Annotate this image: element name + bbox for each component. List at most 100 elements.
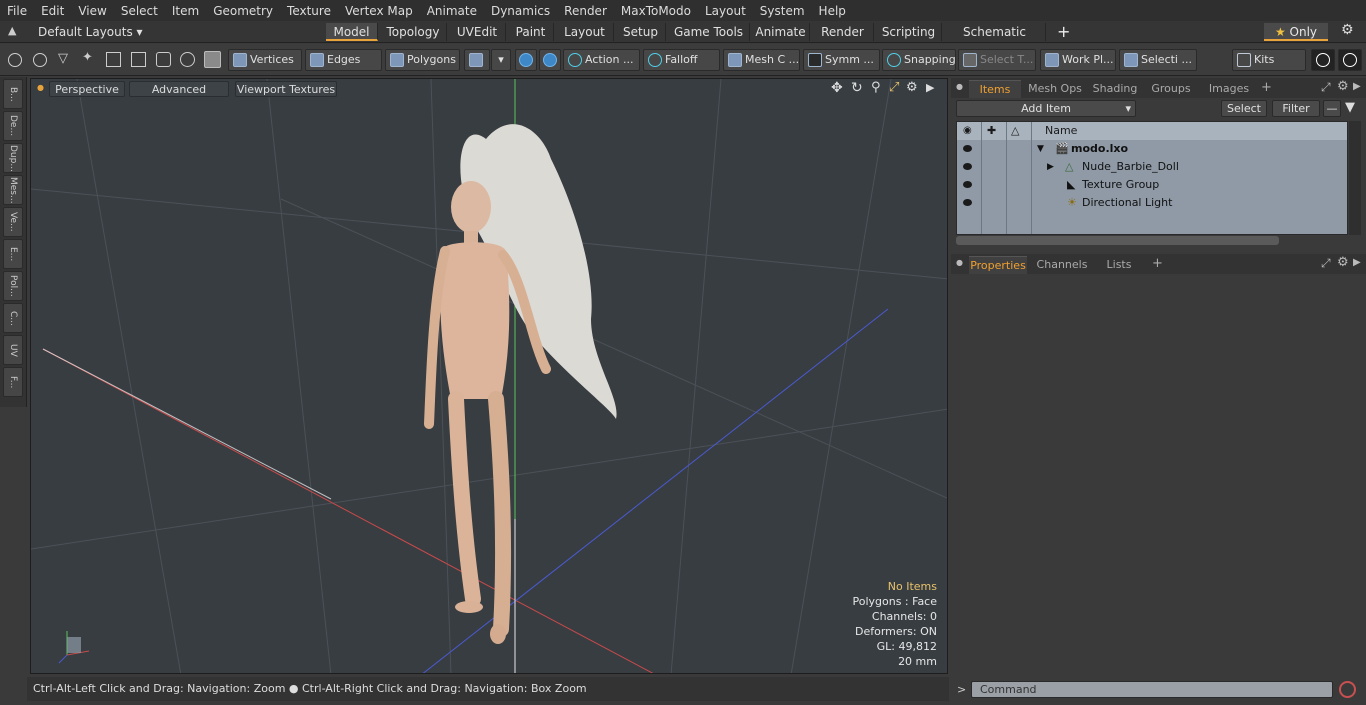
command-input[interactable]: Command	[971, 681, 1333, 698]
menu-edit[interactable]: Edit	[34, 4, 71, 18]
snap-toggle-2[interactable]	[539, 49, 561, 71]
brush-icon[interactable]: ✦	[82, 50, 93, 65]
tab-scripting[interactable]: Scripting	[876, 23, 942, 41]
work-plane-button[interactable]: Work Pl...	[1040, 49, 1116, 71]
add-item-dropdown[interactable]: Add Item ▾	[956, 100, 1136, 117]
props-gear-icon[interactable]: ⚙	[1337, 255, 1349, 270]
add-tab-button[interactable]: +	[1057, 22, 1070, 41]
sidetab-basic[interactable]: B...	[3, 79, 23, 109]
scale-icon[interactable]	[156, 52, 171, 67]
globe-icon[interactable]	[33, 53, 47, 67]
record-icon[interactable]	[1339, 681, 1356, 698]
edges-button[interactable]: Edges	[305, 49, 382, 71]
menu-system[interactable]: System	[753, 4, 812, 18]
select-through-button[interactable]: Select T...	[958, 49, 1036, 71]
selection-sets-button[interactable]: Selecti ...	[1119, 49, 1197, 71]
sidetab-polygon[interactable]: Pol...	[3, 271, 23, 301]
funnel-icon[interactable]: ▼	[1345, 100, 1355, 115]
props-expand-icon[interactable]: ⤢	[1321, 256, 1331, 271]
snapping-button[interactable]: Snapping	[882, 49, 956, 71]
item-mode-icon[interactable]	[204, 51, 221, 68]
menu-maxtomodo[interactable]: MaxToModo	[614, 4, 698, 18]
menu-vertex-map[interactable]: Vertex Map	[338, 4, 420, 18]
transform-icon[interactable]	[106, 52, 121, 67]
tab-channels[interactable]: Channels	[1033, 256, 1091, 274]
kits-button[interactable]: Kits	[1232, 49, 1306, 71]
tab-paint[interactable]: Paint	[508, 23, 554, 41]
sidetab-edge[interactable]: E...	[3, 239, 23, 269]
sidetab-fusion[interactable]: F...	[3, 367, 23, 397]
collapse-button[interactable]: —	[1323, 100, 1341, 117]
tab-animate[interactable]: Animate	[752, 23, 810, 41]
menu-geometry[interactable]: Geometry	[206, 4, 280, 18]
lasso-icon[interactable]: ▽	[58, 51, 68, 66]
list-item[interactable]: ◣ Texture Group	[957, 176, 1347, 194]
tab-mesh-ops[interactable]: Mesh Ops	[1025, 80, 1085, 98]
menu-render[interactable]: Render	[557, 4, 614, 18]
perspective-button[interactable]: Perspective	[49, 81, 125, 97]
tab-items[interactable]: Items	[969, 80, 1021, 98]
menu-layout[interactable]: Layout	[698, 4, 753, 18]
polygons-button[interactable]: Polygons	[385, 49, 460, 71]
menu-file[interactable]: File	[0, 4, 34, 18]
sidetab-vertex[interactable]: Ve...	[3, 207, 23, 237]
expand-arrow-icon[interactable]: ▼	[1037, 140, 1044, 158]
items-panel-dot-icon[interactable]: ●	[956, 82, 963, 91]
layout-arrow-icon[interactable]: ▲	[8, 24, 16, 37]
zoom-icon[interactable]: ⚲	[871, 80, 881, 95]
sidetab-mesh[interactable]: Mes...	[3, 175, 23, 205]
sidetab-duplicate[interactable]: Dup...	[3, 143, 23, 173]
mesh-constraint-button[interactable]: Mesh C ...	[723, 49, 800, 71]
menu-animate[interactable]: Animate	[420, 4, 484, 18]
layout-preset-dropdown[interactable]: Default Layouts ▾	[38, 25, 143, 39]
doll-model[interactable]	[424, 124, 617, 644]
move-icon[interactable]	[131, 52, 146, 67]
menu-view[interactable]: View	[71, 4, 113, 18]
tab-schematic-fusion[interactable]: Schematic Fusion	[944, 23, 1046, 57]
tab-layout[interactable]: Layout	[556, 23, 614, 41]
viewport-menu-arrow-icon[interactable]: ▶	[926, 81, 934, 94]
tab-setup[interactable]: Setup	[616, 23, 666, 41]
menu-item[interactable]: Item	[165, 4, 206, 18]
3d-viewport[interactable]: ● Perspective Advanced Viewport Textures…	[30, 78, 948, 674]
filter-button[interactable]: Filter	[1272, 100, 1320, 117]
vertices-button[interactable]: Vertices	[228, 49, 302, 71]
props-panel-dot-icon[interactable]: ●	[956, 258, 963, 267]
list-item[interactable]: ☀ Directional Light	[957, 194, 1347, 212]
tab-render[interactable]: Render	[812, 23, 874, 41]
snap-toggle-1[interactable]	[515, 49, 537, 71]
viewport-textures-button[interactable]: Viewport Textures	[235, 81, 337, 97]
advanced-button[interactable]: Advanced	[129, 81, 229, 97]
list-item[interactable]: ▼ 🎬 modo.lxo	[957, 140, 1347, 158]
expand-arrow-icon[interactable]: ▶	[1047, 158, 1054, 176]
visibility-eye-icon[interactable]	[963, 163, 972, 170]
symmetry-button[interactable]: Symm ...	[803, 49, 880, 71]
gear-icon[interactable]: ⚙	[1341, 22, 1354, 38]
visibility-eye-icon[interactable]	[963, 181, 972, 188]
unreal-button[interactable]	[1338, 49, 1362, 71]
menu-help[interactable]: Help	[812, 4, 853, 18]
props-menu-arrow-icon[interactable]: ▶	[1353, 257, 1361, 268]
falloff-button[interactable]: Falloff	[643, 49, 720, 71]
add-props-tab-button[interactable]: +	[1152, 256, 1163, 271]
select-circle-icon[interactable]	[8, 53, 22, 67]
tab-lists[interactable]: Lists	[1095, 256, 1143, 274]
item-list-vscroll[interactable]	[1349, 121, 1361, 235]
only-toggle[interactable]: ★ Only	[1264, 23, 1328, 41]
unity-button[interactable]	[1311, 49, 1335, 71]
viewport-gear-icon[interactable]: ⚙	[906, 80, 918, 95]
tab-topology[interactable]: Topology	[380, 23, 447, 41]
pan-icon[interactable]: ✥	[831, 80, 843, 96]
menu-select[interactable]: Select	[114, 4, 165, 18]
tab-groups[interactable]: Groups	[1145, 80, 1197, 98]
sidetab-curve[interactable]: C...	[3, 303, 23, 333]
tab-images[interactable]: Images	[1201, 80, 1257, 98]
orbit-icon[interactable]: ↻	[851, 80, 863, 96]
fit-icon[interactable]: ⤢	[889, 80, 899, 95]
tab-shading[interactable]: Shading	[1089, 80, 1141, 98]
expand-icon[interactable]: ⤢	[1321, 80, 1331, 95]
items-gear-icon[interactable]: ⚙	[1337, 79, 1349, 94]
rotate-icon[interactable]	[180, 52, 195, 67]
menu-dynamics[interactable]: Dynamics	[484, 4, 557, 18]
items-menu-arrow-icon[interactable]: ▶	[1353, 81, 1361, 92]
